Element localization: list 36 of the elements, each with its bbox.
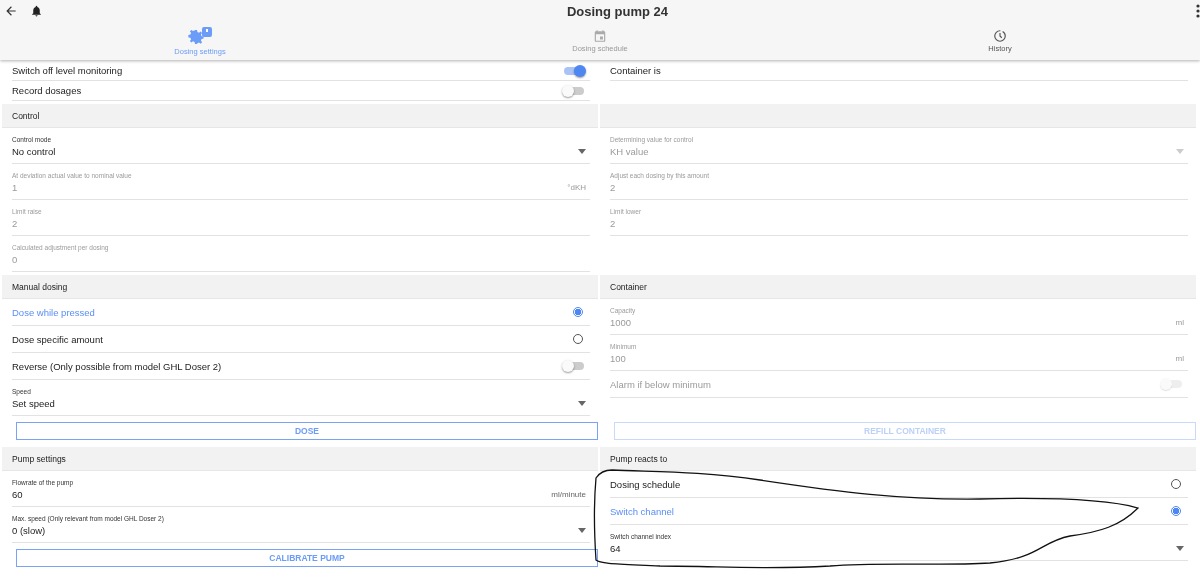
section-header: Container: [600, 275, 1196, 299]
dropdown-caret-icon: [578, 401, 586, 406]
option-label: Dose specific amount: [12, 333, 103, 345]
section-header: Control: [2, 104, 598, 128]
calendar-icon: [593, 29, 607, 43]
back-arrow-icon: [4, 4, 18, 18]
section-header: Manual dosing: [2, 275, 598, 299]
option-label: Switch channel: [610, 505, 674, 517]
clock-icon: [993, 29, 1007, 43]
section-header: Pump settings: [2, 447, 598, 471]
dropdown-caret-icon: [1176, 546, 1184, 551]
toggle-switch[interactable]: [564, 66, 584, 75]
outlined-button[interactable]: DOSE: [16, 422, 598, 440]
option-label: Dose while pressed: [12, 306, 95, 318]
setting-label: Switch off level monitoring: [12, 65, 123, 76]
setting-label: Reverse (Only possible from model GHL Doser 2): [12, 360, 222, 372]
setting-label: Container is: [610, 65, 661, 76]
option-label: Dosing schedule: [610, 478, 681, 490]
page-title: Dosing pump 24: [565, 3, 670, 19]
toggle-switch[interactable]: [564, 86, 584, 95]
dropdown-caret-icon: [578, 528, 586, 533]
outlined-button[interactable]: CALIBRATE PUMP: [16, 549, 598, 567]
radio-button[interactable]: [1171, 506, 1181, 516]
bell-icon: [30, 4, 43, 18]
section-header: Pump reacts to: [600, 447, 1196, 471]
dropdown-caret-icon: [578, 149, 586, 154]
setting-label: Alarm if below minimum: [610, 378, 711, 390]
more-menu-button[interactable]: [1196, 4, 1200, 18]
notifications-button[interactable]: [30, 4, 43, 18]
toggle-switch[interactable]: [564, 362, 584, 370]
back-button[interactable]: [4, 4, 18, 18]
setting-label: Record dosages: [12, 85, 82, 96]
dropdown-caret-icon: [1176, 149, 1184, 154]
radio-button[interactable]: [573, 307, 583, 317]
gear-icon: [186, 26, 214, 46]
kebab-menu-icon: [1196, 4, 1200, 18]
